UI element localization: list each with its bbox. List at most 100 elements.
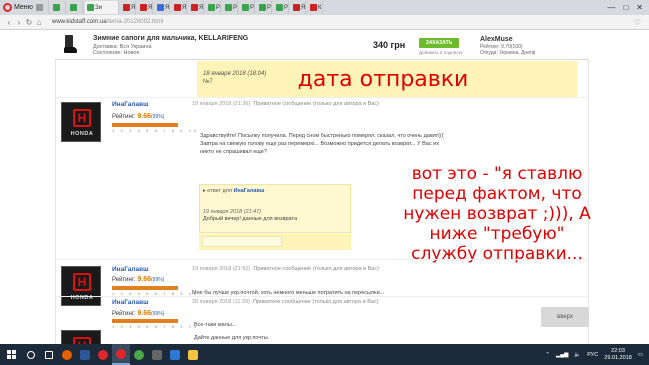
message-username[interactable]: ИнаГалавш: [112, 266, 149, 273]
browser-tab[interactable]: [51, 1, 66, 14]
page-content: Зимние сапоги для мальчика, KELLARIFENG …: [0, 31, 649, 344]
url-field[interactable]: www.kidstaff.com.ua/tema-20120092.html: [52, 19, 163, 25]
bookmark-heart-icon[interactable]: ♡: [634, 18, 641, 27]
message-username[interactable]: ИнаГалавш: [112, 101, 149, 108]
taskbar-explorer-icon[interactable]: [184, 344, 202, 365]
windows-logo-icon: [6, 350, 16, 359]
browser-tab[interactable]: Р: [257, 1, 272, 14]
taskbar-search-icon[interactable]: [22, 344, 40, 365]
message-rating: Рейтинг: 9.66(99%): [112, 310, 165, 317]
taskbar-firefox-icon[interactable]: [58, 344, 76, 365]
browser-tab[interactable]: [68, 1, 83, 14]
product-info: Доставка: Вся Украина Состояние: Новое: [93, 44, 152, 56]
message-date: 19 января 2018 (21:51): [192, 266, 251, 272]
message-body-line-2: Дайте данные для укр.почты.: [194, 335, 270, 341]
honda-logo-icon: H: [73, 337, 91, 344]
taskbar-photos-icon[interactable]: [166, 344, 184, 365]
scroll-up-button[interactable]: вверх: [541, 307, 589, 327]
order-button[interactable]: ЗАКАЗАТЬ: [419, 38, 459, 48]
tab-icon: [225, 4, 232, 11]
browser-tab[interactable]: Р: [274, 1, 289, 14]
annotation-line-5: службу отправки...: [411, 244, 583, 264]
home-icon[interactable]: ⌂: [34, 18, 44, 27]
rating-bar: [112, 123, 178, 127]
taskbar-task-view-icon[interactable]: [40, 344, 58, 365]
taskbar-chrome-icon[interactable]: [130, 344, 148, 365]
subscribe-link[interactable]: Добавить в подписку: [419, 50, 463, 55]
taskbar-opera-active-icon[interactable]: [112, 344, 130, 365]
minimize-icon[interactable]: —: [607, 3, 615, 12]
browser-tab-label: Я: [182, 4, 187, 11]
tab-active-label: Зи: [95, 4, 102, 11]
seller-name[interactable]: AlexMuse: [480, 36, 513, 43]
close-icon[interactable]: ✕: [636, 3, 643, 12]
tab-icon: [157, 4, 164, 11]
browser-tab[interactable]: Р: [240, 1, 255, 14]
taskbar-opera-icon[interactable]: [94, 344, 112, 365]
rating-scale: 1 2 3 4 5 6 7 8 9 10: [112, 128, 199, 133]
menu-label: Меню: [14, 4, 33, 11]
tab-icon: [293, 4, 300, 11]
volume-icon[interactable]: 🔈: [574, 352, 581, 358]
annotation-text: вот это - "я ставлю перед фактом, что ну…: [392, 164, 602, 264]
start-button[interactable]: [0, 344, 22, 365]
url-path: /tema-20120092.html: [106, 19, 164, 25]
product-title[interactable]: Зимние сапоги для мальчика, KELLARIFENG: [93, 35, 248, 42]
taskbar-word-icon[interactable]: [76, 344, 94, 365]
maximize-icon[interactable]: □: [623, 3, 628, 12]
notifications-icon[interactable]: ▭: [638, 352, 643, 358]
honda-avatar[interactable]: H HONDA: [61, 330, 101, 344]
tab-icon: [140, 4, 147, 11]
message-body: Здравствуйте! Посылку получила. Перед сн…: [200, 133, 444, 155]
browser-tab[interactable]: Р: [223, 1, 238, 14]
message-body-line-1: Все-таки малы...: [194, 322, 237, 328]
clock-time: 22:03: [611, 347, 625, 354]
tab-icon: [36, 4, 43, 11]
browser-tab-label: Р: [233, 4, 238, 11]
message-date: 20 января 2018 (11:39): [192, 299, 250, 305]
network-icon[interactable]: ▂▄▆: [556, 352, 568, 358]
reply-quote-text: Добрый вечер! данные для возврата: [203, 216, 298, 222]
browser-tab[interactable]: К: [308, 1, 323, 14]
browser-tab[interactable]: Я: [155, 1, 170, 14]
forward-icon[interactable]: ›: [14, 18, 24, 27]
message-meta: 19 января 2018 (21:36) Приватное сообщен…: [192, 101, 379, 107]
taskbar-calculator-icon[interactable]: [148, 344, 166, 365]
system-tray: ⌃ ▂▄▆ 🔈 РУС 22:03 29.01.2018 ▭: [545, 348, 649, 362]
honda-wordmark: HONDA: [70, 131, 94, 137]
message-meta: 19 января 2018 (21:51) Приватное сообщен…: [192, 266, 379, 272]
back-icon[interactable]: ‹: [4, 18, 14, 27]
honda-avatar[interactable]: H HONDA: [61, 266, 101, 306]
browser-tab[interactable]: Я: [138, 1, 153, 14]
browser-tab-label: Я: [148, 4, 153, 11]
message-type: Приватное сообщение (только для автора и…: [253, 266, 379, 272]
browser-tab[interactable]: Р: [206, 1, 221, 14]
reload-icon[interactable]: ↻: [24, 18, 34, 27]
message-meta: 20 января 2018 (11:39) Приватное сообщен…: [192, 299, 379, 305]
browser-tab-label: Я: [165, 4, 170, 11]
tab-icon: [191, 4, 198, 11]
tray-arrow-icon[interactable]: ⌃: [545, 352, 550, 358]
message-type: Приватное сообщение (только для автора и…: [253, 101, 379, 107]
message-date: 19 января 2018 (21:36): [192, 101, 251, 107]
browser-tab[interactable]: Я: [172, 1, 187, 14]
message-divider: [56, 296, 588, 297]
browser-tab-label: Я: [199, 4, 204, 11]
browser-tab[interactable]: Я: [291, 1, 306, 14]
honda-avatar[interactable]: H HONDA: [61, 102, 101, 142]
browser-tab-label: Я: [131, 4, 136, 11]
language-indicator[interactable]: РУС: [587, 352, 598, 358]
browser-tab-label: К: [318, 4, 322, 11]
message-type: Приватное сообщение (только для автора и…: [252, 299, 379, 305]
honda-logo-icon: H: [73, 109, 91, 127]
browser-tab[interactable]: [34, 1, 49, 14]
annotation-line-4: ниже "требую": [429, 224, 565, 244]
clock[interactable]: 22:03 29.01.2018: [604, 348, 632, 362]
tab-active[interactable]: Зи: [85, 1, 119, 14]
boot-product-image[interactable]: [63, 35, 77, 55]
browser-tab[interactable]: Я: [189, 1, 204, 14]
opera-menu-button[interactable]: Меню: [0, 0, 34, 15]
annotation-line-1: вот это - "я ставлю: [411, 164, 583, 184]
message-username[interactable]: ИнаГалавш: [112, 299, 149, 306]
browser-tab[interactable]: Я: [121, 1, 136, 14]
